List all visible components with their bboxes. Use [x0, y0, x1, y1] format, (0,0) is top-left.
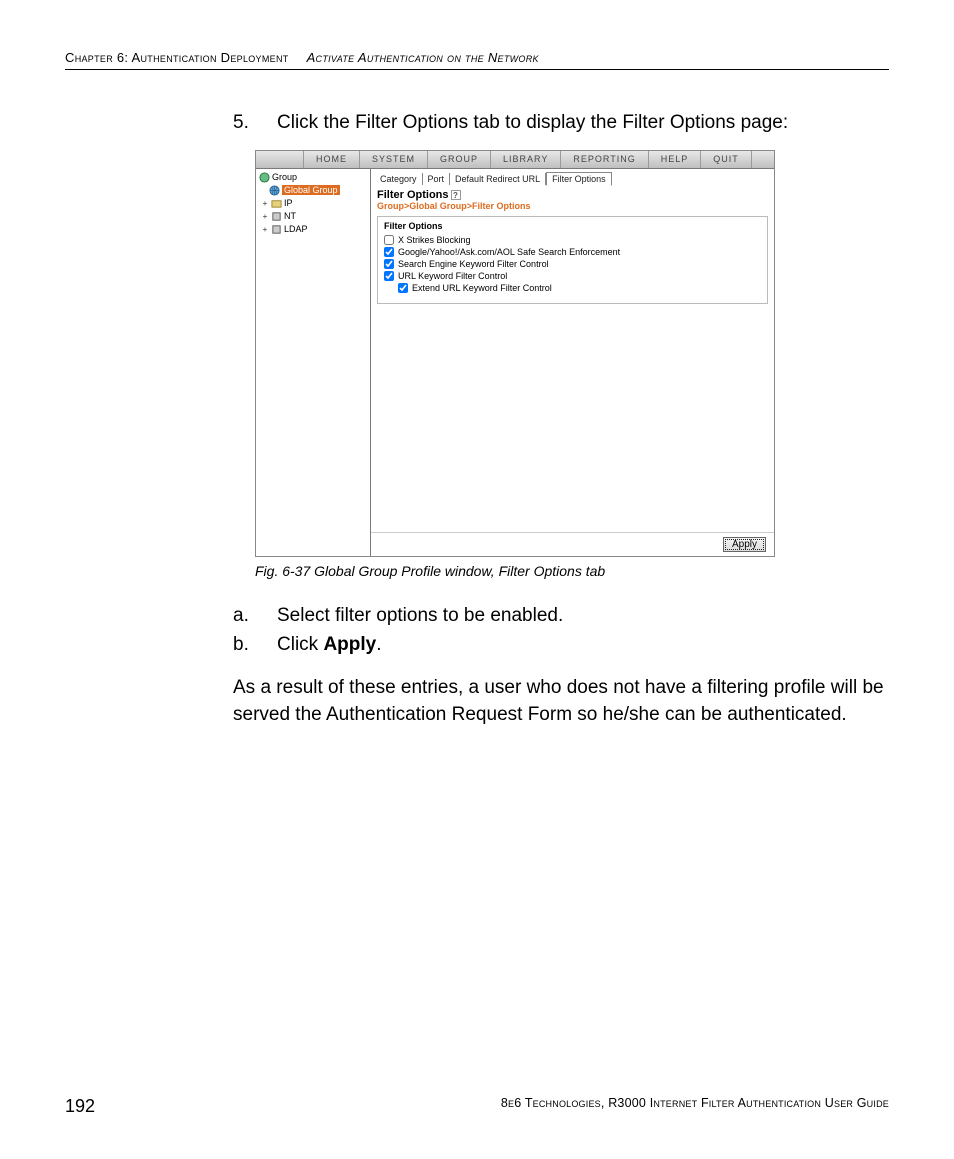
- filter-options-group: Filter Options X Strikes Blocking Google…: [377, 216, 768, 304]
- menu-quit[interactable]: QUIT: [701, 151, 752, 168]
- substep-a-text: Select filter options to be enabled.: [277, 605, 563, 626]
- check-label: Google/Yahoo!/Ask.com/AOL Safe Search En…: [398, 247, 620, 257]
- page-number: 192: [65, 1096, 95, 1117]
- menu-spacer: [256, 151, 304, 168]
- check-label: Extend URL Keyword Filter Control: [412, 283, 552, 293]
- running-header: Chapter 6: Authentication Deployment Act…: [65, 50, 889, 70]
- server-icon: [270, 211, 282, 222]
- result-paragraph: As a result of these entries, a user who…: [233, 674, 889, 729]
- header-chapter: Chapter 6: Authentication Deployment: [65, 50, 289, 65]
- check-label: X Strikes Blocking: [398, 235, 471, 245]
- check-search-keyword[interactable]: Search Engine Keyword Filter Control: [384, 259, 761, 269]
- figure-screenshot: HOME SYSTEM GROUP LIBRARY REPORTING HELP…: [255, 150, 775, 557]
- step-5-text: Click the Filter Options tab to display …: [277, 112, 788, 133]
- menu-library[interactable]: LIBRARY: [491, 151, 561, 168]
- page-footer: 192 8e6 Technologies, R3000 Internet Fil…: [65, 1096, 889, 1117]
- step-5: 5.Click the Filter Options tab to displa…: [255, 110, 889, 136]
- tab-filter-options[interactable]: Filter Options: [546, 172, 612, 186]
- tab-port[interactable]: Port: [423, 173, 451, 185]
- server-icon: [270, 224, 282, 235]
- tab-default-redirect-url[interactable]: Default Redirect URL: [450, 173, 546, 185]
- panel-title: Filter Options?: [371, 185, 774, 201]
- tree-item-global-group-label: Global Group: [282, 185, 340, 195]
- help-icon[interactable]: ?: [451, 190, 461, 200]
- expander-icon[interactable]: +: [260, 199, 270, 208]
- tree-pane: Group Global Group + IP +: [256, 169, 371, 556]
- menu-group[interactable]: GROUP: [428, 151, 491, 168]
- checkbox[interactable]: [384, 247, 394, 257]
- tree-item-nt[interactable]: + NT: [258, 210, 368, 223]
- menu-tail: [752, 151, 774, 168]
- menu-bar: HOME SYSTEM GROUP LIBRARY REPORTING HELP…: [256, 151, 774, 169]
- menu-help[interactable]: HELP: [649, 151, 702, 168]
- check-safe-search[interactable]: Google/Yahoo!/Ask.com/AOL Safe Search En…: [384, 247, 761, 257]
- folder-icon: [270, 198, 282, 209]
- step-5-number: 5.: [255, 110, 277, 136]
- check-label: Search Engine Keyword Filter Control: [398, 259, 549, 269]
- tree-item-ldap-label: LDAP: [284, 224, 308, 234]
- tab-category[interactable]: Category: [375, 173, 423, 185]
- menu-system[interactable]: SYSTEM: [360, 151, 428, 168]
- content-fill: [371, 304, 774, 532]
- expander-icon[interactable]: +: [260, 212, 270, 221]
- check-url-keyword[interactable]: URL Keyword Filter Control: [384, 271, 761, 281]
- substep-b: b.Click Apply.: [255, 630, 889, 659]
- tree-root[interactable]: Group: [258, 171, 368, 184]
- checkbox[interactable]: [398, 283, 408, 293]
- footer-text: 8e6 Technologies, R3000 Internet Filter …: [501, 1096, 889, 1117]
- substep-b-suffix: .: [376, 634, 381, 655]
- tree-item-ip-label: IP: [284, 198, 293, 208]
- checkbox[interactable]: [384, 259, 394, 269]
- check-label: URL Keyword Filter Control: [398, 271, 507, 281]
- substep-b-bold: Apply: [323, 634, 376, 655]
- checkbox[interactable]: [384, 235, 394, 245]
- apply-button[interactable]: Apply: [723, 537, 766, 552]
- check-x-strikes[interactable]: X Strikes Blocking: [384, 235, 761, 245]
- substep-a-label: a.: [255, 601, 277, 630]
- expander-icon[interactable]: +: [260, 225, 270, 234]
- globe-icon: [268, 185, 280, 196]
- checkbox[interactable]: [384, 271, 394, 281]
- app-window: HOME SYSTEM GROUP LIBRARY REPORTING HELP…: [256, 151, 774, 556]
- tree-item-ip[interactable]: + IP: [258, 197, 368, 210]
- tree-item-global-group[interactable]: Global Group: [258, 184, 368, 197]
- substep-b-label: b.: [255, 630, 277, 659]
- substep-b-prefix: Click: [277, 634, 323, 655]
- header-section: Activate Authentication on the Network: [307, 50, 539, 65]
- breadcrumb: Group>Global Group>Filter Options: [371, 201, 774, 214]
- tree-item-ldap[interactable]: + LDAP: [258, 223, 368, 236]
- tree-item-nt-label: NT: [284, 211, 296, 221]
- substep-a: a.Select filter options to be enabled.: [255, 601, 889, 630]
- apply-bar: Apply: [371, 532, 774, 556]
- panel-title-text: Filter Options: [377, 189, 449, 201]
- group-title: Filter Options: [384, 221, 761, 231]
- tree-root-label: Group: [272, 172, 297, 182]
- content-pane: Category Port Default Redirect URL Filte…: [371, 169, 774, 556]
- figure-caption: Fig. 6-37 Global Group Profile window, F…: [255, 563, 889, 579]
- group-icon: [258, 172, 270, 183]
- workspace: Group Global Group + IP +: [256, 169, 774, 556]
- substeps: a.Select filter options to be enabled. b…: [255, 601, 889, 729]
- tab-row: Category Port Default Redirect URL Filte…: [371, 169, 774, 185]
- check-extend-url-keyword[interactable]: Extend URL Keyword Filter Control: [398, 283, 761, 293]
- menu-home[interactable]: HOME: [304, 151, 360, 168]
- menu-reporting[interactable]: REPORTING: [561, 151, 648, 168]
